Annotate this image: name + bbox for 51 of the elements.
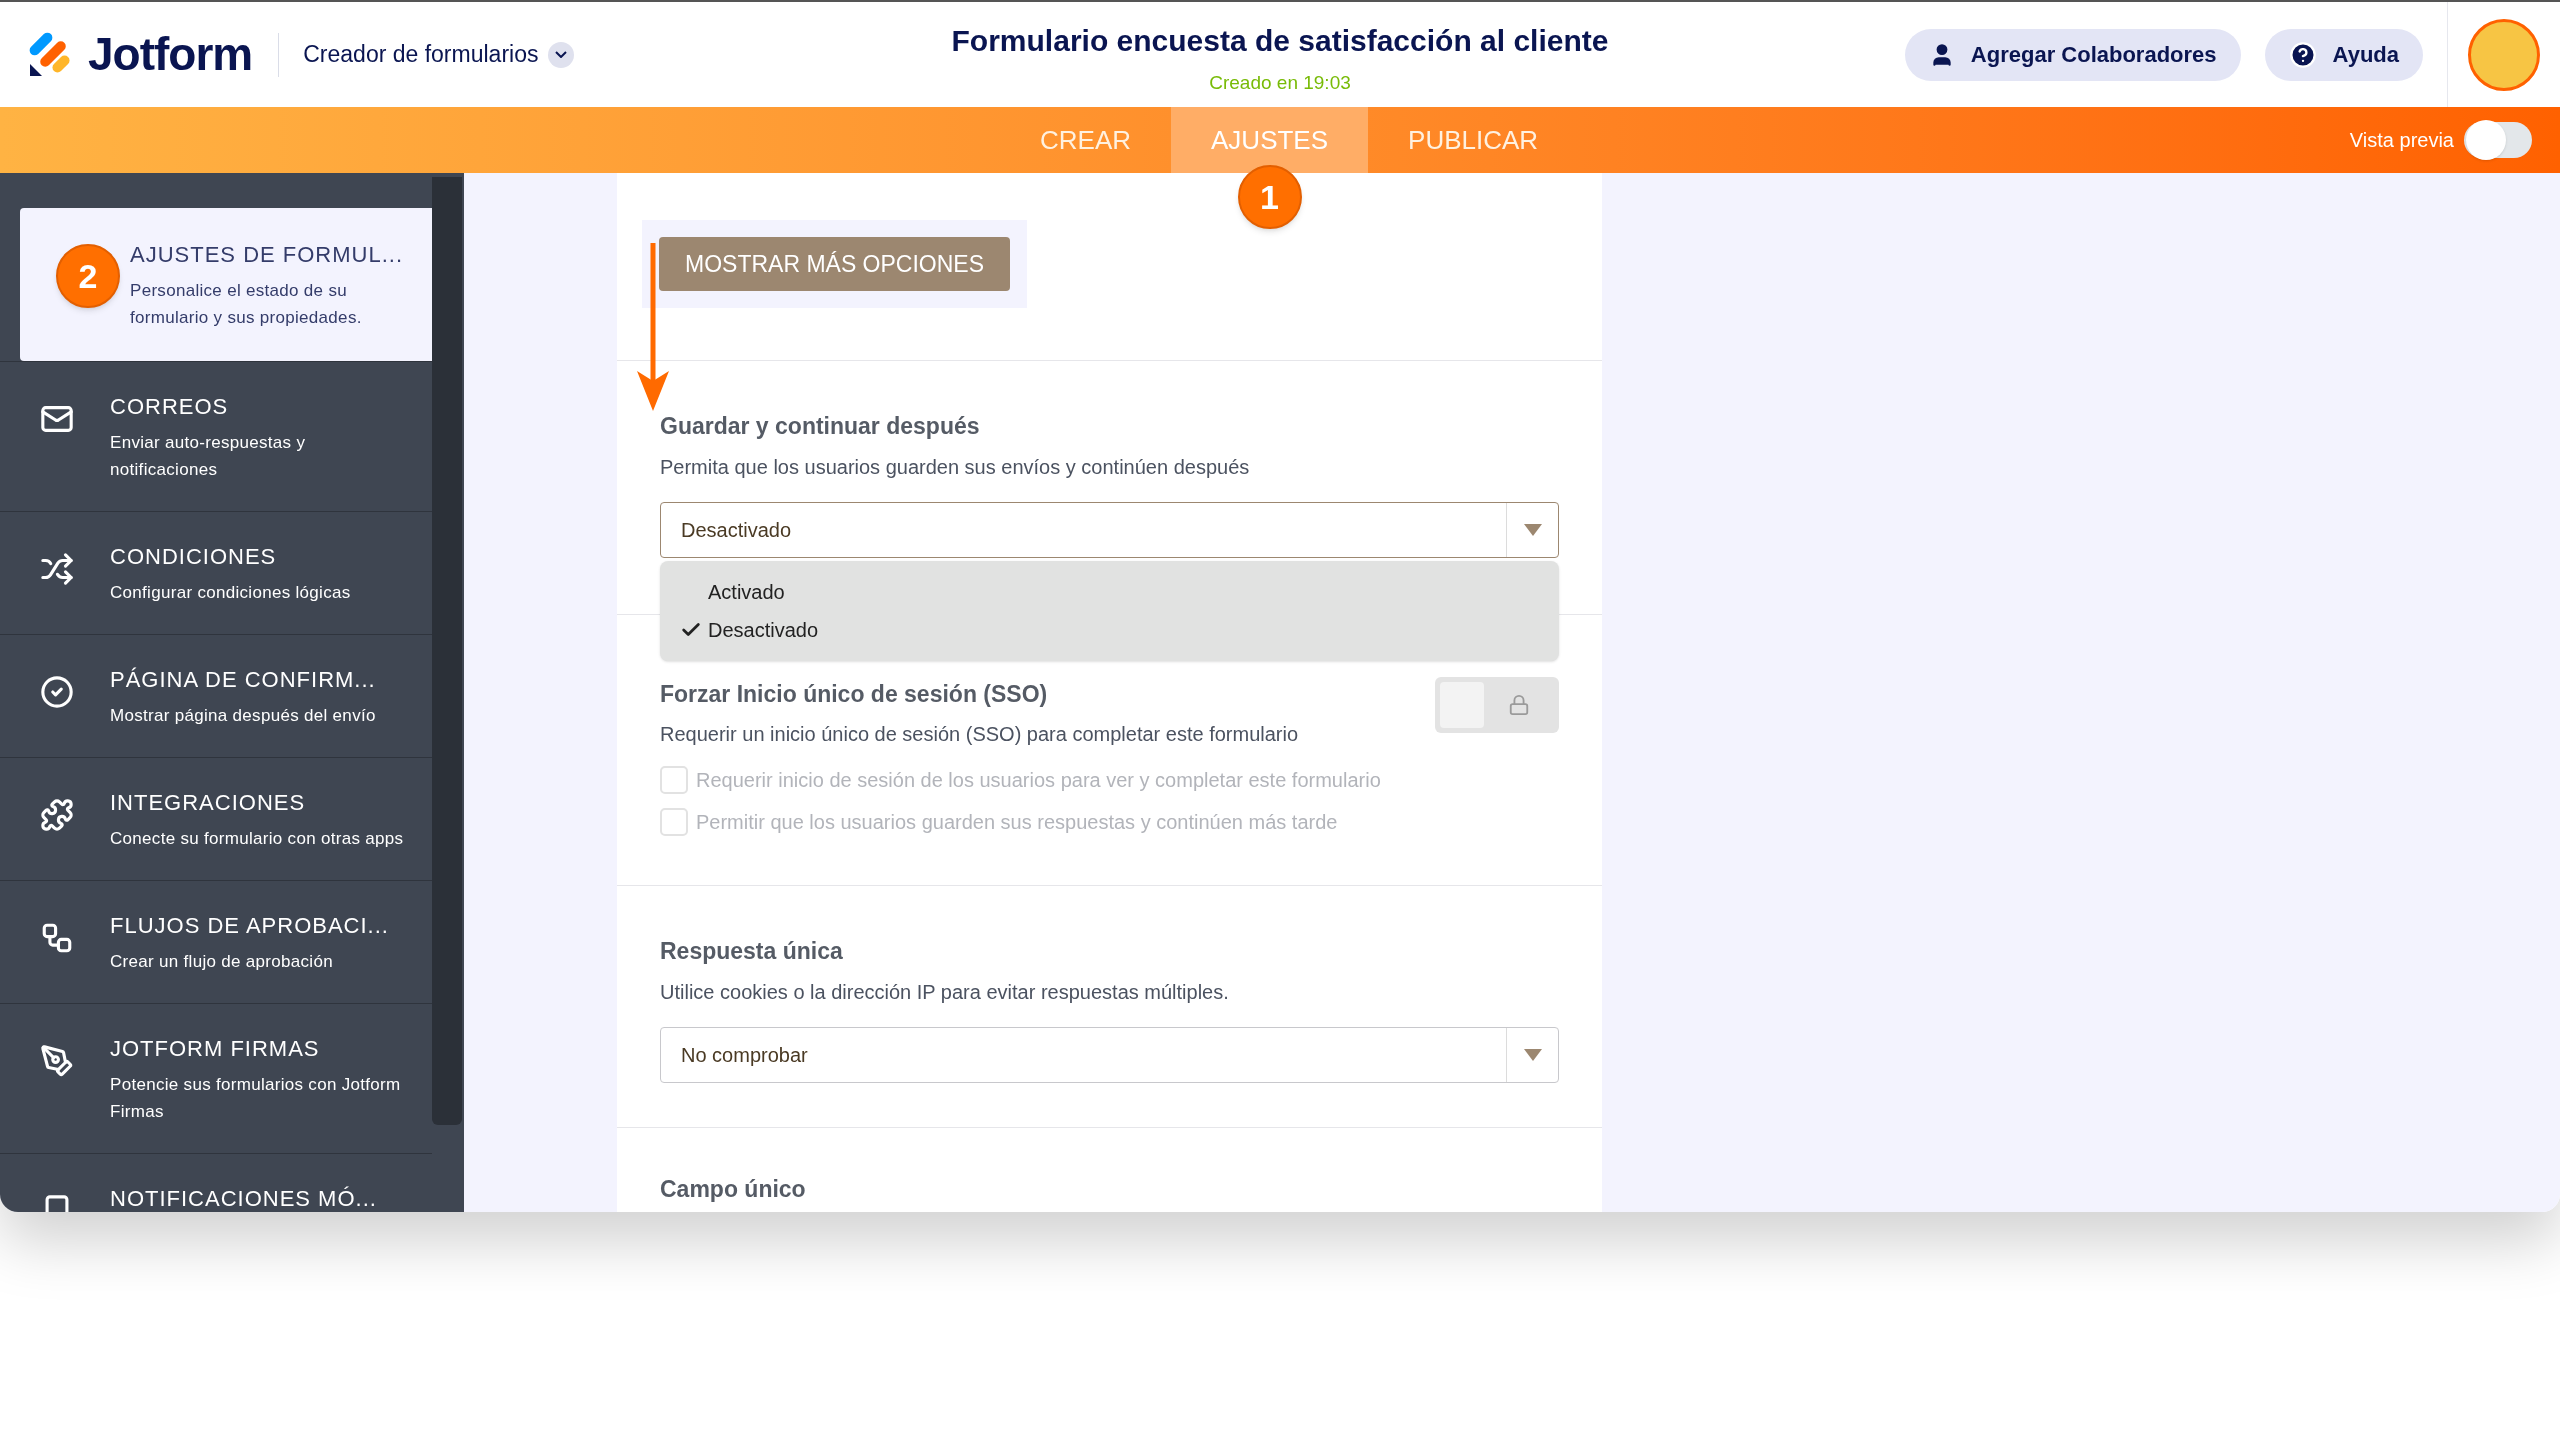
checkbox-label: Requerir inicio de sesión de los usuarios para ver y completar este formulario: [696, 768, 1381, 793]
dropdown-option[interactable]: Activado: [660, 572, 1559, 611]
created-time: Creado en 19:03: [1209, 71, 1351, 95]
section-title: Guardar y continuar después: [660, 412, 981, 441]
section-title: Campo único: [660, 1174, 807, 1204]
pen-icon: [40, 1044, 74, 1078]
sidebar-item-description: Enviar auto-respuestas y notificaciones: [110, 432, 307, 481]
sidebar-item-title: CONDICIONES: [110, 543, 278, 571]
section-description: Requerir un inicio único de sesión (SSO) para completar este formulario: [660, 722, 1300, 747]
sidebar-item-description: Personalice el estado de su formulario y sus propiedades.: [130, 280, 363, 329]
logo-text: Jotform: [88, 27, 253, 82]
preview-toggle[interactable]: [2464, 122, 2532, 158]
caret-icon: [1523, 523, 1542, 536]
sidebar-item-description: Mostrar página después del envío: [110, 705, 376, 727]
form-title: Formulario encuesta de satisfacción al cliente: [951, 23, 1609, 59]
section-description: Permita que los usuarios guarden sus envíos y continúen después: [660, 454, 1251, 480]
flowchart-icon: [40, 921, 74, 955]
section-title: Respuesta única: [660, 937, 844, 966]
sidebar-item[interactable]: 2 AJUSTES DE FORMUL... Personalice el estado de su formulario y sus propiedades.: [20, 208, 432, 361]
sidebar-item-title: INTEGRACIONES: [110, 789, 307, 817]
check-circle-icon: [40, 675, 74, 709]
help-button[interactable]: Ayuda: [2264, 28, 2423, 81]
sidebar-item-title: FLUJOS DE APROBACI...: [110, 912, 389, 940]
sidebar-item-description: Potencie sus formularios con Jotform Firmas: [110, 1074, 402, 1123]
shuffle-icon: [40, 552, 74, 586]
caret-icon: [1523, 1048, 1542, 1061]
builder-menu[interactable]: Creador de formularios: [303, 37, 575, 72]
dropdown-option[interactable]: Desactivado: [660, 610, 1559, 649]
section-description: Utilice cookies o la dirección IP para evitar respuestas múltiples.: [660, 979, 1230, 1005]
help-icon: [2288, 40, 2317, 69]
sidebar-item-description: Conecte su formulario con otras apps: [110, 828, 404, 850]
step-badge: 2: [56, 244, 120, 308]
sidebar-item-description: Configurar condiciones lógicas: [110, 582, 351, 604]
logo-icon: [28, 31, 72, 78]
sidebar-item-title: CORREOS: [110, 393, 230, 421]
lock-icon: [1508, 693, 1530, 716]
dropdown-select[interactable]: Desactivado: [660, 501, 1559, 558]
chevron-icon: [555, 51, 568, 58]
sidebar-item-description: Crear un flujo de aprobación: [110, 951, 334, 973]
sidebar-item-title: JOTFORM FIRMAS: [110, 1035, 321, 1063]
puzzle-icon: [40, 798, 74, 832]
sidebar-item[interactable]: NOTIFICACIONES MÓ...: [0, 1153, 432, 1212]
dropdown-select[interactable]: No comprobar: [660, 1026, 1559, 1083]
section-title: Forzar Inicio único de sesión (SSO): [660, 679, 1049, 709]
sidebar-item-title: NOTIFICACIONES MÓ...: [110, 1185, 377, 1212]
preview-label: Vista previa: [2349, 128, 2454, 153]
sidebar-item-title: AJUSTES DE FORMUL...: [130, 241, 405, 269]
checkbox-label: Permitir que los usuarios guarden sus respuestas y continúen más tarde: [696, 810, 1338, 835]
toggle-switch[interactable]: [1435, 676, 1559, 733]
sidebar-item-title: PÁGINA DE CONFIRM...: [110, 666, 376, 694]
collaborators-button[interactable]: Agregar Colaboradores: [1904, 28, 2241, 81]
